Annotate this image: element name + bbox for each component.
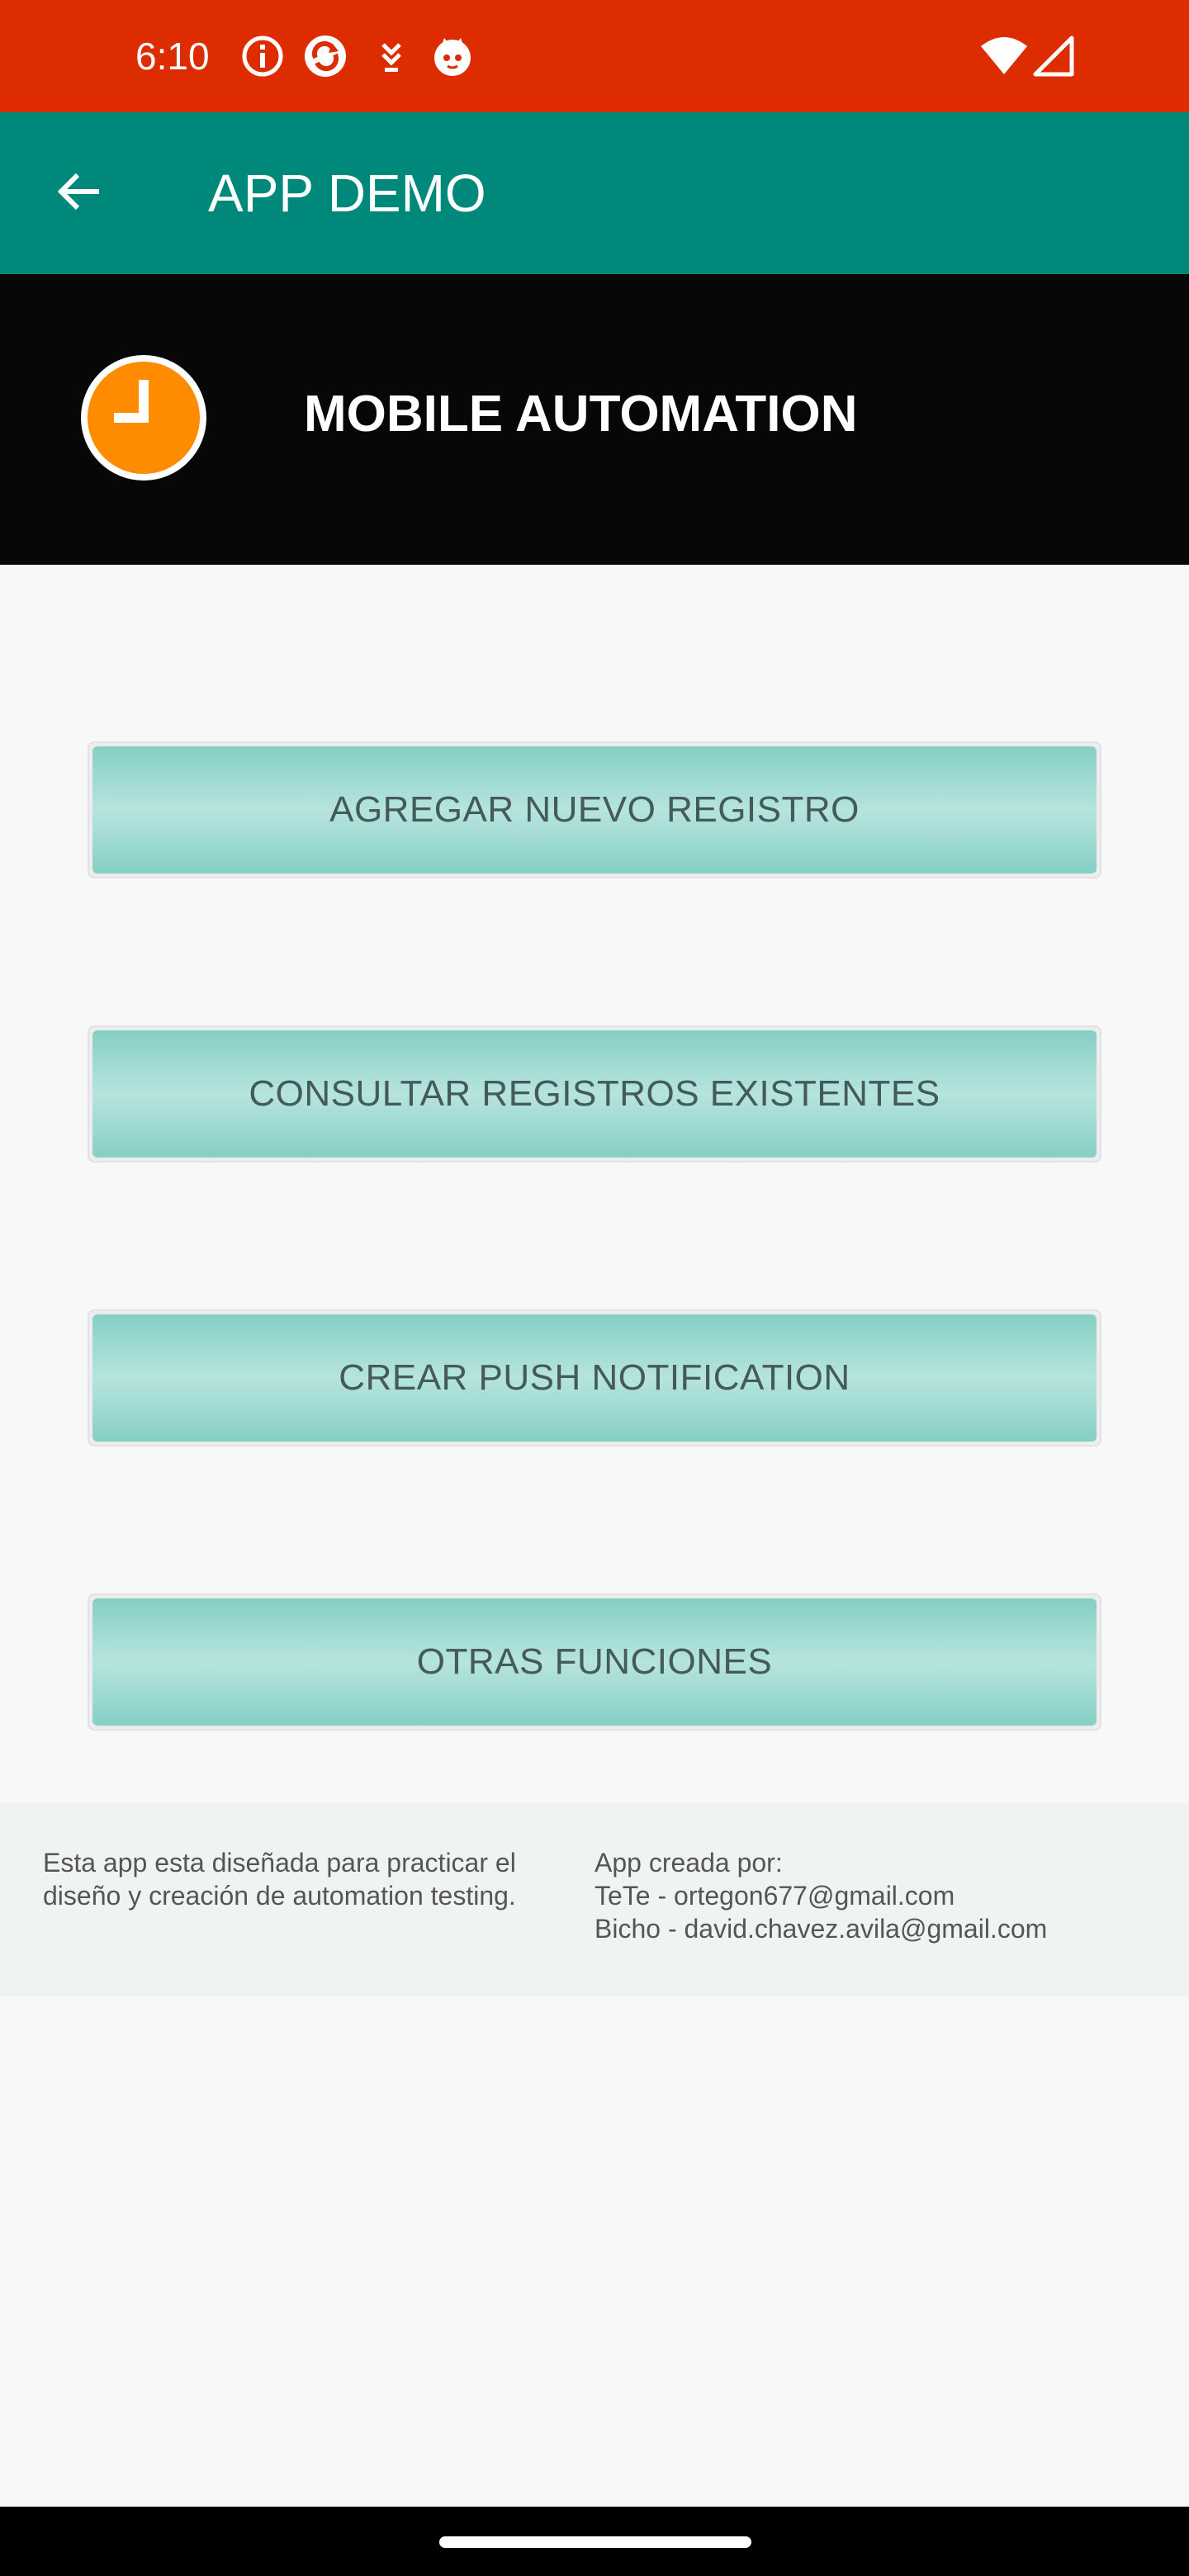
other-functions-button-label: OTRAS FUNCIONES: [92, 1598, 1097, 1726]
sync-icon: [302, 33, 348, 79]
credits-title: App creada por:: [594, 1848, 783, 1878]
view-records-button-label: CONSULTAR REGISTROS EXISTENTES: [92, 1030, 1097, 1158]
cell-signal-icon: [1030, 33, 1080, 79]
back-button[interactable]: [40, 154, 119, 233]
footer: Esta app esta diseñada para practicar el…: [0, 1803, 1189, 1996]
cat-app-icon: [429, 33, 476, 79]
header-title: MOBILE AUTOMATION: [304, 386, 858, 443]
view-records-button[interactable]: CONSULTAR REGISTROS EXISTENTES: [88, 1025, 1101, 1163]
add-record-button[interactable]: AGREGAR NUEVO REGISTRO: [88, 741, 1101, 878]
create-push-notification-button-label: CREAR PUSH NOTIFICATION: [92, 1314, 1097, 1442]
wifi-icon: [979, 33, 1029, 79]
download-icon: [368, 33, 414, 79]
credit-line: Bicho - david.chavez.avila@gmail.com: [594, 1914, 1048, 1944]
credit-line: TeTe - ortegon677@gmail.com: [594, 1881, 955, 1911]
navigation-bar: [0, 2507, 1189, 2576]
clock-logo-icon: [79, 353, 208, 482]
status-time: 6:10: [135, 35, 210, 78]
app-title: APP DEMO: [208, 163, 486, 223]
add-record-button-label: AGREGAR NUEVO REGISTRO: [92, 746, 1097, 874]
home-gesture-handle[interactable]: [439, 2536, 751, 2548]
create-push-notification-button[interactable]: CREAR PUSH NOTIFICATION: [88, 1309, 1101, 1447]
header-banner: MOBILE AUTOMATION: [0, 274, 1189, 565]
app-bar: APP DEMO: [0, 112, 1189, 274]
info-icon: [239, 33, 286, 79]
footer-description: Esta app esta diseñada para practicar el…: [43, 1848, 516, 1911]
other-functions-button[interactable]: OTRAS FUNCIONES: [88, 1593, 1101, 1731]
arrow-back-icon: [53, 165, 106, 222]
status-bar: 6:10: [0, 0, 1189, 112]
footer-credits: App creada por: TeTe - ortegon677@gmail.…: [594, 1846, 1172, 1945]
